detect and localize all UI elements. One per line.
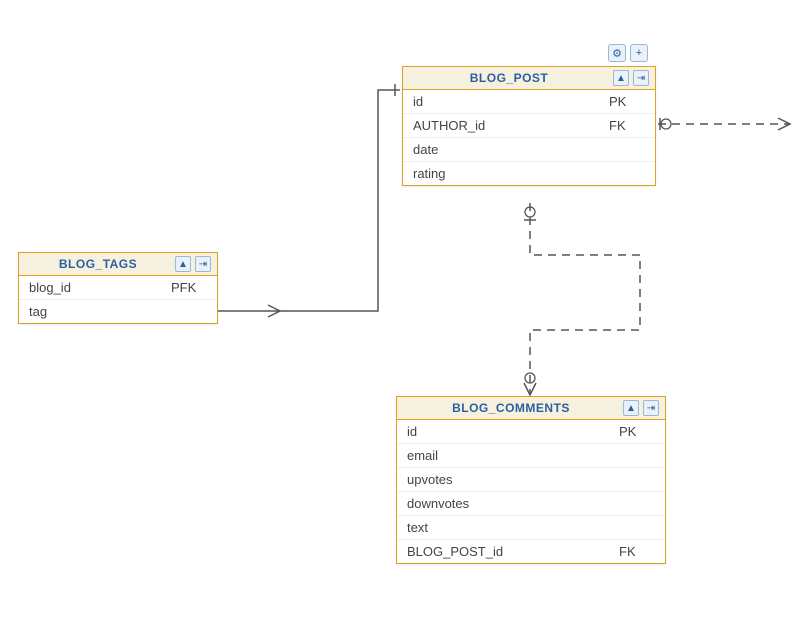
column-key bbox=[609, 166, 645, 181]
entity-title: BLOG_TAGS bbox=[25, 257, 171, 271]
table-row[interactable]: email bbox=[397, 444, 665, 468]
entity-body: id PK email upvotes downvotes text BLOG_… bbox=[397, 420, 665, 563]
entity-header[interactable]: BLOG_COMMENTS ▲ ⇥ bbox=[397, 397, 665, 420]
column-key: PFK bbox=[171, 280, 207, 295]
column-name: rating bbox=[413, 166, 609, 181]
column-name: upvotes bbox=[407, 472, 619, 487]
column-name: blog_id bbox=[29, 280, 171, 295]
column-name: tag bbox=[29, 304, 171, 319]
details-icon[interactable]: ⇥ bbox=[633, 70, 649, 86]
column-key bbox=[619, 520, 655, 535]
table-row[interactable]: blog_id PFK bbox=[19, 276, 217, 300]
column-key: PK bbox=[609, 94, 645, 109]
entity-body: blog_id PFK tag bbox=[19, 276, 217, 323]
column-key bbox=[619, 472, 655, 487]
collapse-icon[interactable]: ▲ bbox=[623, 400, 639, 416]
collapse-icon[interactable]: ▲ bbox=[613, 70, 629, 86]
column-name: id bbox=[413, 94, 609, 109]
column-key bbox=[171, 304, 207, 319]
table-row[interactable]: rating bbox=[403, 162, 655, 185]
plus-icon[interactable]: + bbox=[630, 44, 648, 62]
table-row[interactable]: upvotes bbox=[397, 468, 665, 492]
table-row[interactable]: tag bbox=[19, 300, 217, 323]
entity-toolbar: ⚙ + bbox=[608, 44, 648, 62]
gear-icon[interactable]: ⚙ bbox=[608, 44, 626, 62]
entity-header[interactable]: BLOG_POST ▲ ⇥ bbox=[403, 67, 655, 90]
erd-canvas[interactable]: ⚙ + BLOG_POST ▲ ⇥ id PK AUTHOR_id FK dat… bbox=[0, 0, 807, 625]
column-key: FK bbox=[609, 118, 645, 133]
entity-body: id PK AUTHOR_id FK date rating bbox=[403, 90, 655, 185]
column-name: downvotes bbox=[407, 496, 619, 511]
table-row[interactable]: BLOG_POST_id FK bbox=[397, 540, 665, 563]
entity-title: BLOG_POST bbox=[409, 71, 609, 85]
table-row[interactable]: downvotes bbox=[397, 492, 665, 516]
details-icon[interactable]: ⇥ bbox=[643, 400, 659, 416]
column-name: text bbox=[407, 520, 619, 535]
column-name: email bbox=[407, 448, 619, 463]
entity-blog-tags[interactable]: BLOG_TAGS ▲ ⇥ blog_id PFK tag bbox=[18, 252, 218, 324]
column-key bbox=[609, 142, 645, 157]
details-icon[interactable]: ⇥ bbox=[195, 256, 211, 272]
column-key: PK bbox=[619, 424, 655, 439]
column-key: FK bbox=[619, 544, 655, 559]
column-key bbox=[619, 448, 655, 463]
entity-blog-comments[interactable]: BLOG_COMMENTS ▲ ⇥ id PK email upvotes do… bbox=[396, 396, 666, 564]
column-key bbox=[619, 496, 655, 511]
column-name: id bbox=[407, 424, 619, 439]
column-name: AUTHOR_id bbox=[413, 118, 609, 133]
collapse-icon[interactable]: ▲ bbox=[175, 256, 191, 272]
table-row[interactable]: text bbox=[397, 516, 665, 540]
table-row[interactable]: AUTHOR_id FK bbox=[403, 114, 655, 138]
entity-header[interactable]: BLOG_TAGS ▲ ⇥ bbox=[19, 253, 217, 276]
column-name: date bbox=[413, 142, 609, 157]
entity-title: BLOG_COMMENTS bbox=[403, 401, 619, 415]
table-row[interactable]: date bbox=[403, 138, 655, 162]
entity-blog-post[interactable]: BLOG_POST ▲ ⇥ id PK AUTHOR_id FK date ra… bbox=[402, 66, 656, 186]
column-name: BLOG_POST_id bbox=[407, 544, 619, 559]
table-row[interactable]: id PK bbox=[403, 90, 655, 114]
table-row[interactable]: id PK bbox=[397, 420, 665, 444]
